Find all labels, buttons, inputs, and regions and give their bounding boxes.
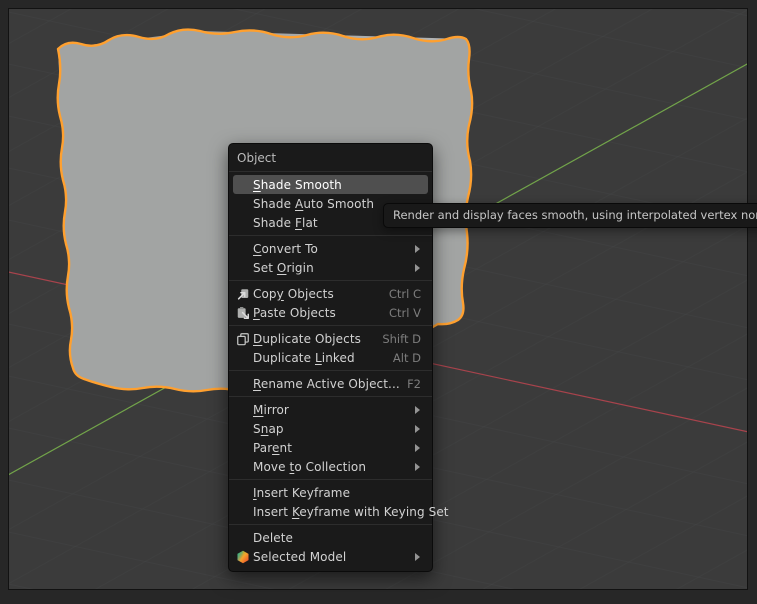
menu-item-label: Copy Objects bbox=[253, 287, 389, 301]
submenu-arrow-icon bbox=[415, 463, 424, 471]
menu-item-rename-active-object[interactable]: Rename Active Object...F2 bbox=[233, 374, 428, 393]
menu-item-label: Insert Keyframe bbox=[253, 486, 428, 500]
menu-item-label: Move to Collection bbox=[253, 460, 413, 474]
context-menu-title: Object bbox=[229, 148, 432, 168]
menu-item-label: Insert Keyframe with Keying Set bbox=[253, 505, 449, 519]
menu-item-label: Selected Model bbox=[253, 550, 413, 564]
menu-separator bbox=[229, 235, 432, 236]
menu-item-copy-objects[interactable]: Copy ObjectsCtrl C bbox=[233, 284, 428, 303]
menu-separator bbox=[229, 280, 432, 281]
tooltip-text: Render and display faces smooth, using i… bbox=[393, 208, 757, 222]
menu-separator bbox=[229, 171, 432, 172]
menu-separator bbox=[229, 370, 432, 371]
menu-item-selected-model[interactable]: Selected Model bbox=[233, 547, 428, 566]
menu-item-parent[interactable]: Parent bbox=[233, 438, 428, 457]
menu-item-shortcut: Alt D bbox=[393, 351, 428, 365]
submenu-arrow-icon bbox=[415, 264, 424, 272]
tooltip: Render and display faces smooth, using i… bbox=[383, 203, 757, 228]
submenu-arrow-icon bbox=[415, 245, 424, 253]
menu-separator bbox=[229, 524, 432, 525]
menu-item-paste-objects[interactable]: Paste ObjectsCtrl V bbox=[233, 303, 428, 322]
menu-item-duplicate-objects[interactable]: Duplicate ObjectsShift D bbox=[233, 329, 428, 348]
menu-item-shortcut: Ctrl V bbox=[389, 306, 428, 320]
paste-icon bbox=[233, 306, 253, 320]
menu-separator bbox=[229, 325, 432, 326]
menu-separator bbox=[229, 479, 432, 480]
menu-item-label: Delete bbox=[253, 531, 428, 545]
menu-item-mirror[interactable]: Mirror bbox=[233, 400, 428, 419]
menu-item-shortcut: Shift D bbox=[382, 332, 428, 346]
menu-item-snap[interactable]: Snap bbox=[233, 419, 428, 438]
menu-item-shortcut: F2 bbox=[407, 377, 428, 391]
menu-item-label: Parent bbox=[253, 441, 413, 455]
menu-item-shortcut: Ctrl C bbox=[389, 287, 428, 301]
submenu-arrow-icon bbox=[415, 425, 424, 433]
submenu-arrow-icon bbox=[415, 553, 424, 561]
menu-item-label: Convert To bbox=[253, 242, 413, 256]
menu-item-move-to-collection[interactable]: Move to Collection bbox=[233, 457, 428, 476]
menu-item-shade-smooth[interactable]: Shade Smooth bbox=[233, 175, 428, 194]
menu-item-label: Rename Active Object... bbox=[253, 377, 407, 391]
menu-item-convert-to[interactable]: Convert To bbox=[233, 239, 428, 258]
menu-item-duplicate-linked[interactable]: Duplicate LinkedAlt D bbox=[233, 348, 428, 367]
menu-item-label: Shade Smooth bbox=[253, 178, 428, 192]
submenu-arrow-icon bbox=[415, 406, 424, 414]
submenu-arrow-icon bbox=[415, 444, 424, 452]
duplicate-icon bbox=[233, 332, 253, 346]
menu-item-insert-keyframe-with-keying-set[interactable]: Insert Keyframe with Keying Set bbox=[233, 502, 428, 521]
menu-item-delete[interactable]: Delete bbox=[233, 528, 428, 547]
menu-item-label: Duplicate Linked bbox=[253, 351, 393, 365]
menu-item-label: Snap bbox=[253, 422, 413, 436]
menu-item-insert-keyframe[interactable]: Insert Keyframe bbox=[233, 483, 428, 502]
menu-item-label: Mirror bbox=[253, 403, 413, 417]
menu-separator bbox=[229, 396, 432, 397]
copy-icon bbox=[233, 287, 253, 301]
menu-item-label: Duplicate Objects bbox=[253, 332, 382, 346]
menu-item-set-origin[interactable]: Set Origin bbox=[233, 258, 428, 277]
model-icon bbox=[233, 550, 253, 564]
menu-item-label: Set Origin bbox=[253, 261, 413, 275]
menu-item-label: Paste Objects bbox=[253, 306, 389, 320]
